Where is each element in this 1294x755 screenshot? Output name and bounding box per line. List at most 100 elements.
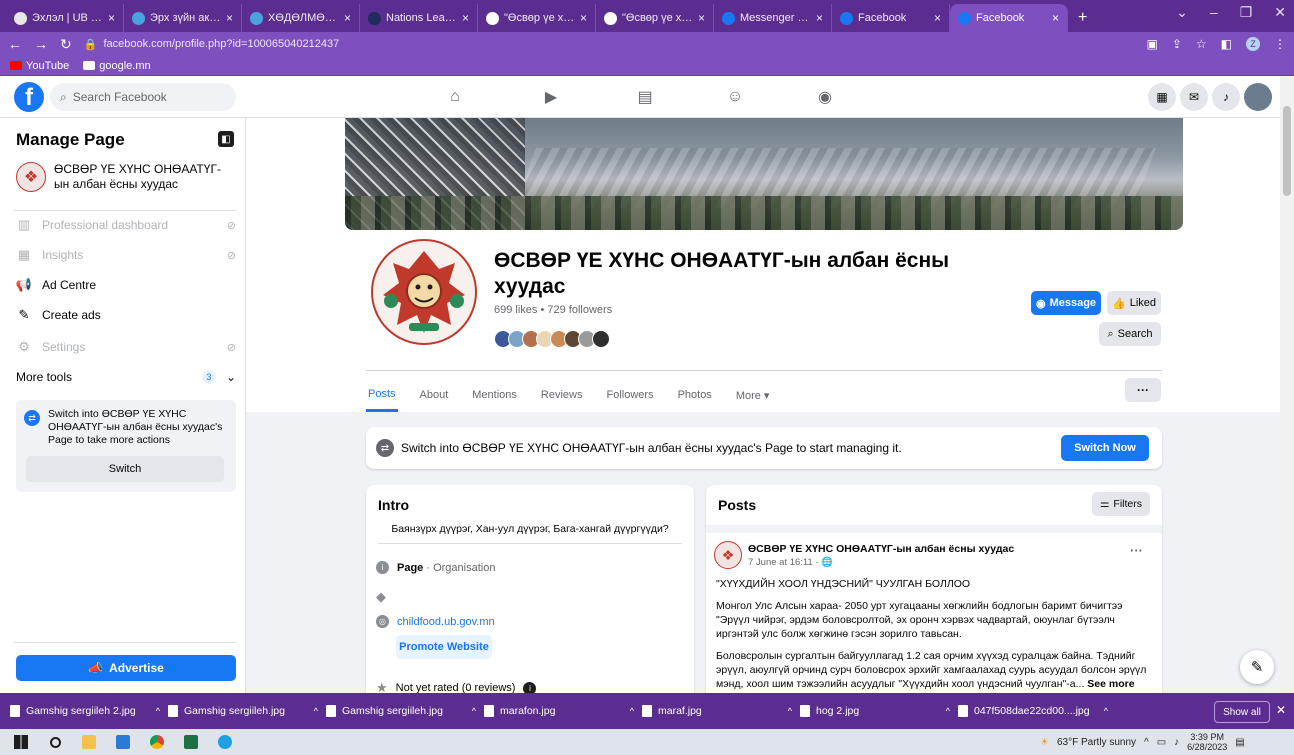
promote-website-button[interactable]: Promote Website: [396, 635, 492, 659]
page-stats[interactable]: 699 likes • 729 followers: [494, 304, 612, 316]
browser-tab[interactable]: "Өсвөр үе хүнс" ОНӨ ×: [596, 4, 714, 32]
profile-picture[interactable]: [366, 234, 482, 350]
message-button[interactable]: ◉ Message: [1031, 291, 1101, 315]
camera-icon[interactable]: ▣: [1146, 37, 1157, 51]
account-avatar[interactable]: [1244, 83, 1272, 111]
download-item[interactable]: Gamshig sergiileh 2.jpg ^: [10, 705, 168, 717]
close-tab-icon[interactable]: ×: [1052, 11, 1059, 25]
more-tools-toggle[interactable]: More tools 3 ⌄: [16, 370, 236, 384]
network-icon[interactable]: ▭: [1157, 737, 1166, 748]
chevron-up-icon[interactable]: ^: [156, 706, 160, 716]
bookmark-item[interactable]: YouTube: [10, 60, 69, 72]
follower-avatar[interactable]: [592, 330, 610, 348]
messenger-icon[interactable]: ✉: [1180, 83, 1208, 111]
browser-tab[interactable]: Nations League Wome ×: [360, 4, 478, 32]
close-tab-icon[interactable]: ×: [226, 11, 233, 25]
back-icon[interactable]: ←: [8, 36, 22, 52]
chevron-up-icon[interactable]: ^: [630, 706, 634, 716]
browser-tab[interactable]: Messenger | Facebook ×: [714, 4, 832, 32]
download-item[interactable]: marafon.jpg ^: [484, 705, 642, 717]
info-icon[interactable]: i: [523, 681, 537, 693]
volume-icon[interactable]: ♪: [1174, 737, 1179, 748]
close-tab-icon[interactable]: ×: [816, 11, 823, 25]
close-tab-icon[interactable]: ×: [698, 11, 705, 25]
reload-icon[interactable]: ↻: [60, 36, 72, 53]
tab-overflow-button[interactable]: ···: [1125, 378, 1161, 402]
sidebar-item-insights[interactable]: ▦ Insights ⊘: [16, 240, 236, 270]
marketplace-icon[interactable]: ▤: [634, 86, 656, 108]
sidebar-page-name[interactable]: ӨСВӨР ҮЕ ХҮНС ОНӨААТҮГ-ын албан ёсны хуу…: [54, 162, 234, 192]
compose-message-icon[interactable]: ✎: [1240, 650, 1274, 684]
switch-now-button[interactable]: Switch Now: [1061, 435, 1149, 461]
show-all-downloads-button[interactable]: Show all: [1214, 701, 1270, 723]
sidebar-item-settings[interactable]: ⚙ Settings ⊘: [16, 332, 236, 362]
browser-tab[interactable]: Facebook ×: [950, 4, 1068, 32]
clock[interactable]: 3:39 PM 6/28/2023: [1187, 732, 1227, 752]
url-field[interactable]: 🔒 facebook.com/profile.php?id=1000650402…: [84, 38, 1147, 51]
browser-tab[interactable]: Эхлэл | UB ERP ×: [6, 4, 124, 32]
tab-more[interactable]: More ▾: [734, 378, 772, 412]
liked-button[interactable]: 👍 Liked: [1107, 291, 1161, 315]
download-item[interactable]: Gamshig sergiileh.jpg ^: [326, 705, 484, 717]
tab-followers[interactable]: Followers: [604, 378, 655, 412]
download-item[interactable]: Gamshig sergiileh.jpg ^: [168, 705, 326, 717]
close-tab-icon[interactable]: ×: [934, 11, 941, 25]
notifications-icon[interactable]: ♪: [1212, 83, 1240, 111]
windows-start-icon[interactable]: [8, 729, 34, 755]
facebook-logo-icon[interactable]: f: [14, 82, 44, 112]
home-icon[interactable]: ⌂: [444, 86, 466, 108]
sidebar-item-ad-centre[interactable]: 📢 Ad Centre: [16, 270, 236, 300]
advertise-button[interactable]: 📣 Advertise: [16, 655, 236, 681]
sidebar-item-create-ads[interactable]: ✎ Create ads: [16, 300, 236, 330]
sidebar-item-professional-dashboard[interactable]: ▥ Professional dashboard ⊘: [16, 210, 236, 240]
search-icon[interactable]: [42, 729, 68, 755]
forward-icon[interactable]: →: [34, 36, 48, 52]
see-more-link[interactable]: See more: [1087, 678, 1134, 690]
follower-avatars[interactable]: [494, 330, 610, 348]
groups-icon[interactable]: ☺: [724, 86, 746, 108]
website-link[interactable]: childfood.ub.gov.mn: [397, 616, 495, 628]
filters-button[interactable]: ⚌ Filters: [1092, 492, 1150, 516]
menu-grid-icon[interactable]: ▦: [1148, 83, 1176, 111]
browser-tab[interactable]: "Өсвөр үе хүнс" ОНӨ ×: [478, 4, 596, 32]
download-item[interactable]: 047f508dae22cd00....jpg ^: [958, 705, 1116, 717]
browser-tab[interactable]: Эрх зүйн актууд ×: [124, 4, 242, 32]
collapse-sidebar-icon[interactable]: ◧: [218, 131, 234, 147]
file-explorer-icon[interactable]: [76, 729, 102, 755]
tray-chevron-icon[interactable]: ^: [1144, 737, 1149, 748]
chrome-icon[interactable]: [144, 729, 170, 755]
video-icon[interactable]: ▶: [540, 86, 562, 108]
download-item[interactable]: maraf.jpg ^: [642, 705, 800, 717]
scrollbar-thumb[interactable]: [1283, 106, 1291, 196]
chevron-up-icon[interactable]: ^: [314, 706, 318, 716]
star-icon[interactable]: ☆: [1196, 37, 1207, 51]
switch-button[interactable]: Switch: [26, 456, 224, 482]
chevron-up-icon[interactable]: ^: [788, 706, 792, 716]
edge-icon[interactable]: [212, 729, 238, 755]
close-window-icon[interactable]: ✕: [1274, 4, 1286, 21]
close-downloads-icon[interactable]: ✕: [1276, 703, 1286, 717]
restore-icon[interactable]: ❐: [1240, 4, 1253, 21]
store-icon[interactable]: [110, 729, 136, 755]
close-tab-icon[interactable]: ×: [344, 11, 351, 25]
minimize-icon[interactable]: –: [1210, 4, 1218, 21]
close-tab-icon[interactable]: ×: [108, 11, 115, 25]
gaming-icon[interactable]: ◉: [814, 86, 836, 108]
tab-reviews[interactable]: Reviews: [539, 378, 585, 412]
tab-photos[interactable]: Photos: [676, 378, 714, 412]
browser-menu-icon[interactable]: ⋮: [1274, 37, 1286, 51]
download-item[interactable]: hog 2.jpg ^: [800, 705, 958, 717]
post-author[interactable]: ӨСВӨР ҮЕ ХҮНС ОНӨААТҮГ-ын албан ёсны хуу…: [748, 543, 1014, 555]
post-options-icon[interactable]: ···: [1130, 543, 1143, 558]
tab-about[interactable]: About: [418, 378, 451, 412]
close-tab-icon[interactable]: ×: [580, 11, 587, 25]
notification-center-icon[interactable]: ▤: [1235, 737, 1244, 748]
tab-mentions[interactable]: Mentions: [470, 378, 519, 412]
post-author-avatar[interactable]: ❖: [714, 541, 742, 569]
tab-posts[interactable]: Posts: [366, 378, 398, 412]
chevron-up-icon[interactable]: ^: [472, 706, 476, 716]
tab-search-icon[interactable]: ⌄: [1176, 4, 1188, 21]
browser-tab[interactable]: ХӨДӨЛМӨРИЙН ТУХ ×: [242, 4, 360, 32]
new-tab-button[interactable]: +: [1068, 4, 1097, 32]
share-icon[interactable]: ⇪: [1172, 37, 1182, 51]
